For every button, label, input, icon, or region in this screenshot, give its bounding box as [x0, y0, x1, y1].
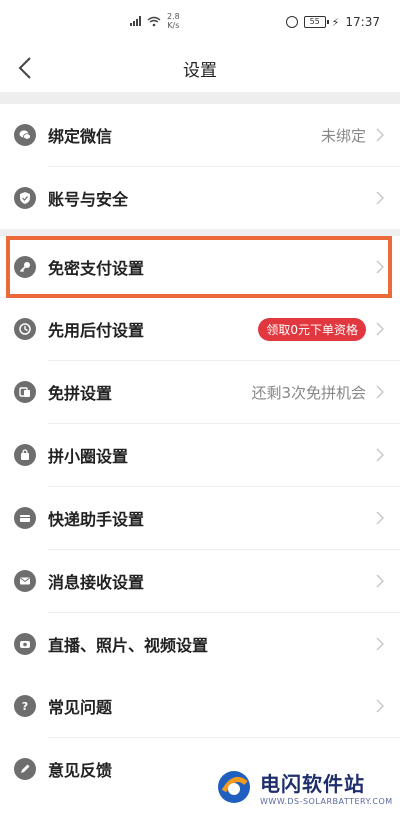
status-indicators: 2.8 K/s [130, 12, 180, 30]
settings-row-skip-group-buy[interactable]: 免拼设置 还剩3次免拼机会 [0, 361, 400, 423]
battery-icon: 55 [303, 16, 329, 28]
watermark: 电闪软件站 WWW.DS-SOLARBATTERY.COM [200, 760, 400, 814]
settings-row-value: 未绑定 [320, 126, 366, 145]
chevron-right-icon [376, 574, 384, 588]
settings-row-label: 绑定微信 [48, 127, 113, 146]
bag-icon [14, 444, 36, 466]
alarm-icon [285, 16, 298, 28]
settings-row-label: 免密支付设置 [48, 259, 145, 278]
battery-level: 55 [309, 17, 320, 26]
status-bar: 2.8 K/s 55 ⚡ 17:37 [0, 0, 400, 44]
settings-row-label: 消息接收设置 [48, 573, 145, 592]
settings-row-label: 账号与安全 [48, 190, 129, 209]
settings-row-pay-later[interactable]: 先用后付设置 领取0元下单资格 [0, 298, 400, 360]
settings-row-label: 常见问题 [48, 698, 113, 717]
chevron-right-icon [376, 191, 384, 205]
settings-row-label: 先用后付设置 [48, 321, 145, 340]
settings-row-password-free-payment[interactable]: 免密支付设置 [0, 236, 400, 298]
package-icon [14, 507, 36, 529]
edit-icon [14, 758, 36, 780]
settings-row-label: 直播、照片、视频设置 [48, 636, 209, 655]
shield-icon [14, 187, 36, 209]
page-title: 设置 [183, 60, 217, 81]
watermark-title: 电闪软件站 [260, 772, 365, 796]
status-right: 55 ⚡ 17:37 [285, 15, 380, 29]
chevron-right-icon [376, 128, 384, 142]
settings-row-faq[interactable]: ? 常见问题 [0, 675, 400, 737]
chevron-right-icon [376, 637, 384, 651]
charging-icon: ⚡ [331, 15, 340, 29]
settings-row-pin-circle[interactable]: 拼小圈设置 [0, 424, 400, 486]
pay-later-icon [14, 318, 36, 340]
svg-text:?: ? [22, 700, 28, 713]
watermark-logo-icon [218, 771, 250, 803]
wifi-icon [147, 16, 161, 26]
promo-badge[interactable]: 领取0元下单资格 [258, 317, 366, 341]
settings-row-label: 拼小圈设置 [48, 447, 129, 466]
watermark-text: 电闪软件站 WWW.DS-SOLARBATTERY.COM [260, 768, 393, 806]
question-icon: ? [14, 695, 36, 717]
video-icon [14, 633, 36, 655]
chevron-right-icon [376, 260, 384, 274]
nav-bar: 设置 [0, 44, 400, 92]
key-icon [14, 256, 36, 278]
back-arrow-icon[interactable] [16, 56, 36, 80]
settings-row-live-photo-video[interactable]: 直播、照片、视频设置 [0, 613, 400, 675]
network-speed-value: 2.8 [167, 12, 180, 21]
section-gap [0, 92, 400, 104]
settings-row-value: 还剩3次免拼机会 [251, 383, 366, 402]
chevron-right-icon [376, 385, 384, 399]
chevron-right-icon [376, 511, 384, 525]
settings-row-label: 意见反馈 [48, 761, 113, 780]
group-buy-icon [14, 381, 36, 403]
settings-row-bind-wechat[interactable]: 绑定微信 未绑定 [0, 104, 400, 166]
chevron-right-icon [376, 322, 384, 336]
network-speed: 2.8 K/s [167, 12, 180, 30]
wechat-icon [14, 124, 36, 146]
network-speed-unit: K/s [167, 21, 180, 30]
chevron-right-icon [376, 699, 384, 713]
clock-time: 17:37 [345, 15, 380, 29]
watermark-url: WWW.DS-SOLARBATTERY.COM [260, 797, 393, 806]
settings-row-delivery-assistant[interactable]: 快递助手设置 [0, 487, 400, 549]
settings-row-label: 免拼设置 [48, 384, 113, 403]
settings-row-message-receiving[interactable]: 消息接收设置 [0, 550, 400, 612]
cellular-signal-icon [130, 16, 141, 26]
chevron-right-icon [376, 448, 384, 462]
settings-row-label: 快递助手设置 [48, 510, 145, 529]
mail-icon [14, 570, 36, 592]
settings-row-account-security[interactable]: 账号与安全 [0, 167, 400, 229]
